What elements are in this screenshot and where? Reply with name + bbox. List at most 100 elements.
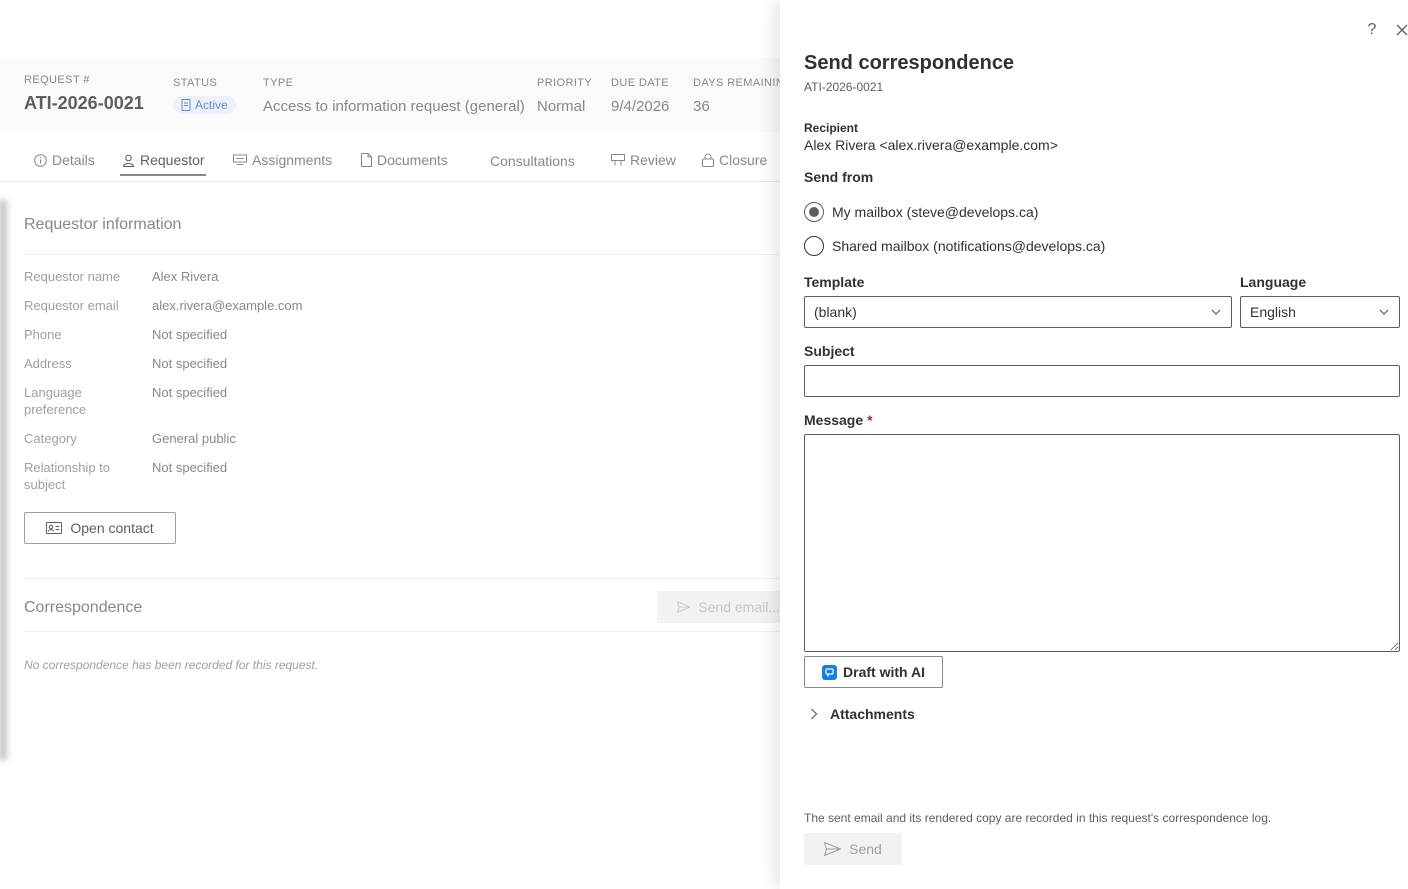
template-label: Template	[804, 274, 865, 290]
review-icon	[611, 154, 625, 166]
due-date-field: DUE DATE 9/4/2026	[611, 77, 669, 115]
tab-assignments-label: Assignments	[252, 152, 333, 168]
tab-requestor-label: Requestor	[140, 152, 205, 168]
due-date-label: DUE DATE	[611, 77, 670, 89]
send-from-my-mailbox[interactable]: My mailbox (steve@develops.ca)	[804, 202, 1038, 222]
days-remaining-field: DAYS REMAINING 36	[693, 77, 780, 115]
address-label: Address	[24, 356, 72, 371]
relationship-value: Not specified	[152, 460, 228, 475]
tab-documents[interactable]: Documents	[361, 144, 448, 176]
status-field: STATUS Active	[173, 77, 236, 116]
language-dropdown[interactable]: English	[1240, 296, 1400, 328]
open-contact-label: Open contact	[70, 520, 154, 536]
message-label-text: Message	[804, 412, 864, 428]
tab-closure[interactable]: Closure	[702, 144, 767, 176]
requestor-name-label: Requestor name	[24, 269, 121, 284]
send-icon	[677, 600, 691, 614]
chevron-right-icon	[811, 708, 818, 720]
send-email-button[interactable]: Send email...	[657, 591, 780, 623]
edge-shadow	[0, 200, 10, 760]
tab-consultations-label: Consultations	[490, 153, 575, 169]
send-from-shared-mailbox[interactable]: Shared mailbox (notifications@develops.c…	[804, 236, 1105, 256]
panel-subtitle: ATI-2026-0021	[804, 80, 884, 94]
radio-button[interactable]	[804, 202, 824, 222]
tab-requestor[interactable]: Requestor	[122, 144, 205, 176]
close-icon[interactable]	[1392, 20, 1408, 40]
category-value: General public	[152, 431, 236, 446]
message-textarea[interactable]	[804, 434, 1400, 652]
active-tab-indicator	[120, 174, 206, 176]
message-label: Message *	[804, 412, 873, 428]
panel-title: Send correspondence	[804, 52, 1015, 74]
tab-assignments[interactable]: Assignments	[233, 144, 332, 176]
chevron-down-icon	[1379, 309, 1389, 315]
status-document-icon	[181, 99, 191, 111]
document-icon	[361, 153, 372, 167]
chevron-down-icon	[1211, 309, 1221, 315]
required-marker: *	[867, 412, 873, 428]
empty-correspondence-message: No correspondence has been recorded for …	[24, 658, 319, 672]
subject-label: Subject	[804, 343, 855, 359]
language-preference-label: Language preference	[24, 385, 87, 417]
assignments-icon	[233, 154, 247, 165]
recipient-value: Alex Rivera <alex.rivera@example.com>	[804, 137, 1058, 153]
open-contact-button[interactable]: Open contact	[24, 512, 176, 544]
request-number-label: REQUEST #	[24, 74, 90, 86]
tab-review-label: Review	[630, 152, 676, 168]
tab-closure-label: Closure	[719, 152, 768, 168]
tab-details[interactable]: Details	[34, 144, 95, 176]
status-label: STATUS	[173, 77, 218, 89]
radio-selected-dot	[809, 207, 819, 217]
send-label: Send	[849, 841, 882, 857]
attachments-label: Attachments	[830, 706, 915, 722]
shared-mailbox-label: Shared mailbox (notifications@develops.c…	[832, 238, 1106, 254]
requestor-email-label: Requestor email	[24, 298, 119, 313]
send-correspondence-panel: ? Send correspondence ATI-2026-0021 Reci…	[780, 0, 1408, 889]
tab-consultations[interactable]: Consultations	[490, 145, 575, 177]
phone-value: Not specified	[152, 327, 228, 342]
my-mailbox-label: My mailbox (steve@develops.ca)	[832, 204, 1039, 220]
help-icon[interactable]: ?	[1362, 20, 1382, 40]
template-dropdown[interactable]: (blank)	[804, 296, 1232, 328]
days-remaining-value: 36	[693, 98, 710, 115]
send-email-label: Send email...	[698, 599, 780, 615]
tab-review[interactable]: Review	[611, 144, 676, 176]
attachments-expander[interactable]: Attachments	[810, 706, 915, 722]
tab-documents-label: Documents	[377, 152, 448, 168]
requestor-section-title: Requestor information	[24, 216, 182, 233]
type-value: Access to information request (general)	[263, 98, 525, 115]
category-label: Category	[24, 431, 77, 446]
info-icon	[34, 153, 47, 167]
phone-label: Phone	[24, 327, 62, 342]
send-from-label: Send from	[804, 169, 874, 185]
draft-with-ai-button[interactable]: Draft with AI	[804, 656, 943, 688]
subject-input[interactable]	[804, 365, 1400, 397]
request-number-value: ATI-2026-0021	[24, 93, 144, 113]
status-value: Active	[195, 98, 228, 112]
recipient-label: Recipient	[804, 121, 859, 135]
language-preference-value: Not specified	[152, 385, 228, 400]
correspondence-divider	[24, 631, 780, 632]
lock-icon	[702, 153, 714, 167]
status-badge: Active	[173, 96, 236, 114]
request-number-field: REQUEST # ATI-2026-0021	[24, 74, 144, 114]
address-value: Not specified	[152, 356, 228, 371]
request-tabs: Details Requestor Assignments Documents …	[0, 132, 780, 182]
person-icon	[122, 154, 135, 167]
requestor-email-value: alex.rivera@example.com	[152, 298, 303, 313]
type-field: TYPE Access to information request (gene…	[263, 77, 525, 115]
language-selected-value: English	[1250, 304, 1296, 320]
template-selected-value: (blank)	[814, 304, 857, 320]
contact-card-icon	[46, 522, 63, 534]
days-remaining-label: DAYS REMAINING	[693, 77, 780, 89]
relationship-label: Relationship to subject	[24, 460, 110, 492]
draft-with-ai-label: Draft with AI	[843, 664, 925, 680]
footer-note: The sent email and its rendered copy are…	[804, 811, 1272, 825]
request-page: REQUEST # ATI-2026-0021 STATUS Active TY…	[0, 0, 780, 889]
correspondence-section-title: Correspondence	[24, 599, 143, 616]
radio-button[interactable]	[804, 236, 824, 256]
send-button[interactable]: Send	[804, 833, 902, 865]
due-date-value: 9/4/2026	[611, 98, 670, 115]
section-divider	[24, 254, 780, 255]
ai-assistant-icon	[822, 664, 838, 680]
